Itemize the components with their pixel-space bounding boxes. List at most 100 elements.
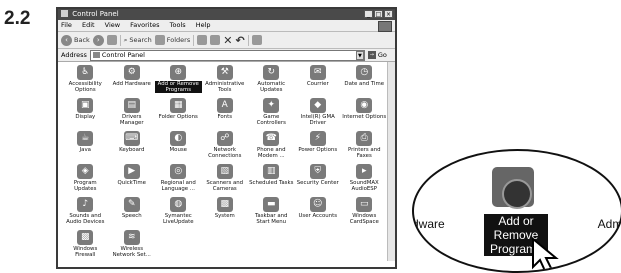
zoom-callout: dware Add or Remove Programs Admi: [412, 149, 621, 273]
control-panel-item-label: Network Connections: [208, 147, 242, 159]
back-arrow-icon: ‹: [61, 34, 72, 46]
control-panel-item[interactable]: ▶ QuickTime: [109, 164, 156, 197]
address-bar: Address Control Panel ▼ → Go: [58, 49, 395, 62]
control-panel-item[interactable]: ⎙ Printers and Faxes: [341, 131, 388, 164]
move-to-icon[interactable]: [197, 35, 208, 45]
control-panel-item[interactable]: ◷ Date and Time: [341, 65, 388, 98]
back-button[interactable]: ‹ Back: [61, 34, 90, 46]
control-panel-item-label: Accessibility Options: [68, 81, 102, 93]
control-panel-content: ♿ Accessibility Options ⚙ Add Hardware ⊕ Add …: [58, 62, 395, 261]
menu-file[interactable]: File: [61, 21, 72, 29]
folder-icon: ▦: [170, 98, 187, 113]
control-panel-item[interactable]: ♪ Sounds and Audio Devices: [62, 197, 109, 230]
control-panel-item[interactable]: ◉ Internet Options: [341, 98, 388, 131]
undo-icon[interactable]: ↶: [235, 34, 244, 47]
control-panel-items: ♿ Accessibility Options ⚙ Add Hardware ⊕ Add …: [62, 65, 388, 263]
address-label: Address: [61, 51, 87, 59]
control-panel-item-label: Security Center: [296, 180, 339, 186]
menu-edit[interactable]: Edit: [82, 21, 95, 29]
control-panel-item[interactable]: ⌨ Keyboard: [109, 131, 156, 164]
control-panel-item[interactable]: ◆ Intel(R) GMA Driver: [295, 98, 342, 131]
control-panel-item[interactable]: ▤ Drivers Manager: [109, 98, 156, 131]
add-remove-programs-zoom-icon: [492, 167, 534, 209]
control-panel-item[interactable]: ◐ Mouse: [155, 131, 202, 164]
window-controls: _ □ ×: [364, 10, 393, 18]
quicktime-icon: ▶: [123, 164, 140, 179]
menu-help[interactable]: Help: [196, 21, 211, 29]
control-panel-item[interactable]: ▣ Display: [62, 98, 109, 131]
control-panel-item-label: Java: [79, 147, 91, 153]
mail-icon: ✉: [309, 65, 326, 80]
taskbar-icon: ▬: [263, 197, 280, 212]
control-panel-item-label: Printers and Faxes: [347, 147, 381, 159]
control-panel-item-label: Internet Options: [342, 114, 387, 120]
control-panel-item[interactable]: ♿ Accessibility Options: [62, 65, 109, 98]
window-title: Control Panel: [72, 10, 119, 18]
control-panel-item[interactable]: ☕ Java: [62, 131, 109, 164]
control-panel-item[interactable]: ⚙ Add Hardware: [109, 65, 156, 98]
control-panel-item[interactable]: ☺ User Accounts: [295, 197, 342, 230]
symantec-icon: ◍: [170, 197, 187, 212]
drivers-icon: ▤: [123, 98, 140, 113]
vertical-scrollbar[interactable]: [387, 62, 395, 261]
go-label[interactable]: Go: [378, 51, 387, 59]
control-panel-item-label: Administrative Tools: [205, 81, 245, 93]
control-panel-item[interactable]: A Fonts: [202, 98, 249, 131]
control-panel-item[interactable]: ▦ Folder Options: [155, 98, 202, 131]
control-panel-item[interactable]: ◍ Symantec LiveUpdate: [155, 197, 202, 230]
control-panel-item[interactable]: ☍ Network Connections: [202, 131, 249, 164]
control-panel-item[interactable]: ✉ Courrier: [295, 65, 342, 98]
folders-label: Folders: [166, 36, 191, 44]
control-panel-item-label: Drivers Manager: [119, 114, 144, 126]
control-panel-item[interactable]: ◈ Program Updates: [62, 164, 109, 197]
menu-view[interactable]: View: [105, 21, 120, 29]
control-panel-item[interactable]: ✦ Game Controllers: [248, 98, 295, 131]
control-panel-item[interactable]: ◎ Regional and Language ...: [155, 164, 202, 197]
control-panel-item[interactable]: ▩ Windows Firewall: [62, 230, 109, 263]
control-panel-item[interactable]: ✎ Speech: [109, 197, 156, 230]
control-panel-item[interactable]: ▬ Taskbar and Start Menu: [248, 197, 295, 230]
address-dropdown-button[interactable]: ▼: [355, 50, 364, 60]
minimize-button[interactable]: _: [364, 10, 373, 18]
control-panel-item-label: Wireless Network Set...: [112, 246, 151, 258]
address-input[interactable]: Control Panel ▼: [89, 49, 365, 61]
globe-icon: ◉: [356, 98, 373, 113]
control-panel-item-label: Intel(R) GMA Driver: [300, 114, 335, 126]
views-icon[interactable]: [251, 35, 262, 45]
control-panel-item[interactable]: ☎ Phone and Modem ...: [248, 131, 295, 164]
control-panel-item[interactable]: ⛨ Security Center: [295, 164, 342, 197]
control-panel-item[interactable]: ⚒ Administrative Tools: [202, 65, 249, 98]
up-folder-icon[interactable]: [106, 35, 117, 45]
folders-button[interactable]: Folders: [154, 35, 191, 45]
control-panel-item[interactable]: ▥ Scheduled Tasks: [248, 164, 295, 197]
fonts-icon: A: [216, 98, 233, 113]
control-panel-window: Control Panel _ □ × File Edit View Favor…: [56, 7, 397, 269]
control-panel-item[interactable]: ⊕ Add or Remove Programs: [155, 65, 202, 98]
control-panel-item[interactable]: ▭ Windows CardSpace: [341, 197, 388, 230]
search-label: Search: [129, 36, 152, 44]
control-panel-item-label: System: [214, 213, 235, 219]
control-panel-item[interactable]: ⚡ Power Options: [295, 131, 342, 164]
delete-icon[interactable]: ✕: [223, 34, 232, 47]
address-value: Control Panel: [101, 51, 145, 59]
menu-favorites[interactable]: Favorites: [130, 21, 159, 29]
control-panel-item[interactable]: ▸ SoundMAX AudioESP: [341, 164, 388, 197]
menu-tools[interactable]: Tools: [170, 21, 186, 29]
control-panel-item-label: Power Options: [298, 147, 338, 153]
control-panel-item-label: Game Controllers: [256, 114, 286, 126]
control-panel-item-label: Windows Firewall: [73, 246, 98, 258]
go-arrow-icon[interactable]: →: [367, 51, 376, 59]
maximize-button[interactable]: □: [374, 10, 383, 18]
zoom-add-hardware-text: dware: [412, 217, 445, 231]
copy-to-icon[interactable]: [210, 35, 221, 45]
control-panel-item[interactable]: ▧ Scanners and Cameras: [202, 164, 249, 197]
menu-bar: File Edit View Favorites Tools Help: [58, 20, 395, 32]
control-panel-item-label: Taskbar and Start Menu: [255, 213, 288, 225]
control-panel-item[interactable]: ↻ Automatic Updates: [248, 65, 295, 98]
search-button[interactable]: ⌕ Search: [124, 36, 152, 45]
forward-button[interactable]: ›: [92, 34, 104, 46]
control-panel-item[interactable]: ≋ Wireless Network Set...: [109, 230, 156, 263]
control-panel-item[interactable]: ▩ System: [202, 197, 249, 230]
control-panel-item-label: Add Hardware: [112, 81, 151, 87]
close-button[interactable]: ×: [384, 10, 393, 18]
